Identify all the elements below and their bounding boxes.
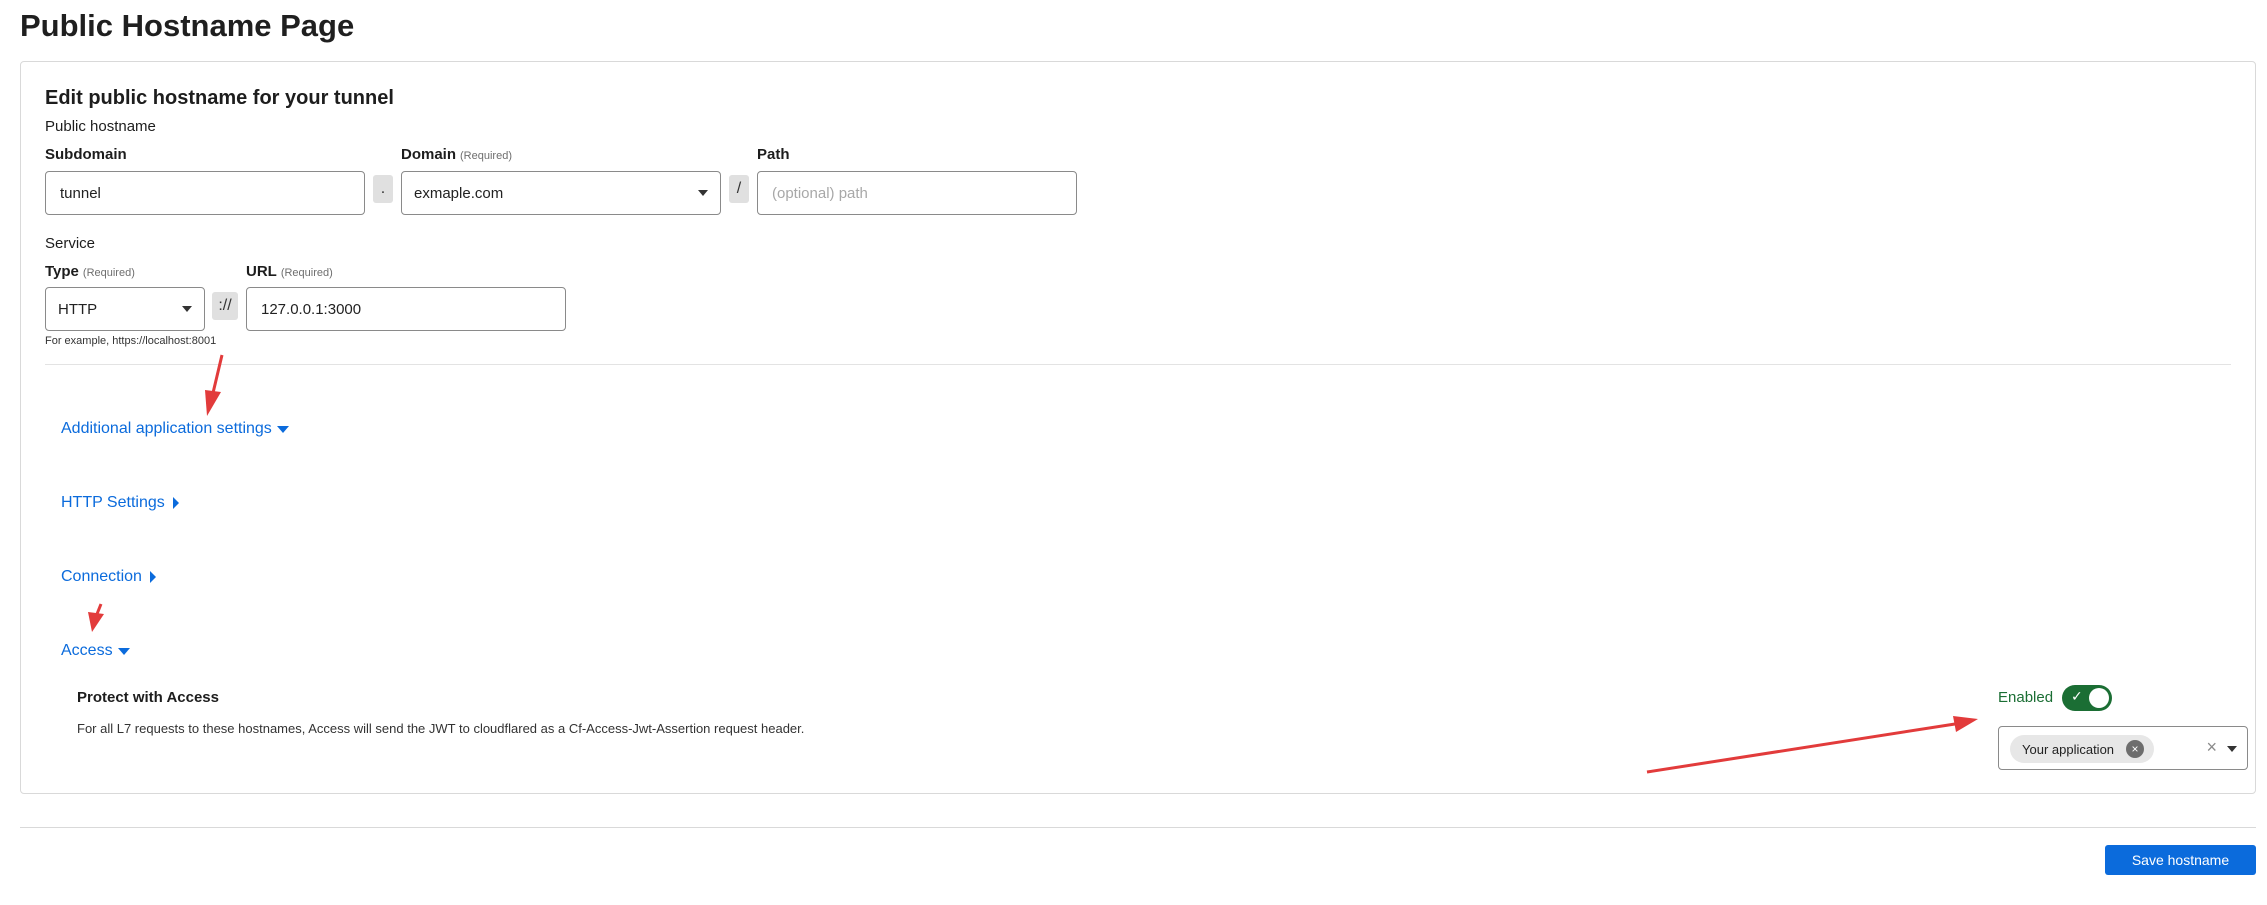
url-hint: For example, https://localhost:8001 — [45, 335, 217, 347]
caret-right-icon — [149, 571, 156, 583]
protect-with-access-title: Protect with Access — [77, 689, 219, 706]
save-hostname-button[interactable]: Save hostname — [2105, 845, 2256, 875]
section-divider — [45, 364, 2231, 365]
path-label: Path — [757, 146, 790, 163]
url-input[interactable] — [259, 299, 553, 319]
page-title: Public Hostname Page — [20, 8, 355, 43]
domain-select[interactable]: exmaple.com — [401, 171, 721, 215]
caret-right-icon — [172, 497, 179, 509]
type-select[interactable]: HTTP — [45, 287, 205, 331]
card-title: Edit public hostname for your tunnel — [45, 87, 394, 109]
toggle-knob — [2089, 688, 2109, 708]
clear-icon[interactable]: × — [2206, 737, 2217, 758]
protect-with-access-description: For all L7 requests to these hostnames, … — [77, 721, 805, 736]
slash-separator: / — [729, 175, 749, 203]
scheme-separator: :// — [212, 292, 238, 320]
connection-toggle[interactable]: Connection — [61, 566, 156, 588]
type-value: HTTP — [58, 300, 98, 318]
caret-down-icon — [276, 425, 289, 433]
chevron-down-icon[interactable] — [2227, 746, 2237, 752]
public-hostname-label: Public hostname — [45, 118, 156, 135]
access-application-select[interactable]: Your application × × — [1998, 726, 2248, 770]
application-chip: Your application × — [2010, 735, 2155, 763]
subdomain-field[interactable] — [45, 171, 365, 215]
dot-separator: . — [373, 175, 393, 203]
url-field[interactable] — [246, 287, 566, 331]
access-enabled-toggle[interactable]: ✓ — [2062, 685, 2112, 711]
type-label: Type (Required) — [45, 263, 135, 280]
caret-down-icon — [117, 647, 130, 655]
remove-chip-icon[interactable]: × — [2126, 740, 2145, 758]
path-input[interactable] — [770, 183, 1064, 203]
service-label: Service — [45, 235, 96, 252]
http-settings-toggle[interactable]: HTTP Settings — [61, 492, 179, 514]
url-label: URL (Required) — [246, 263, 333, 280]
enabled-label: Enabled — [1998, 689, 2054, 706]
domain-label: Domain (Required) — [401, 146, 512, 163]
footer-divider — [20, 827, 2256, 828]
chevron-down-icon — [698, 190, 708, 196]
chevron-down-icon — [182, 306, 192, 312]
domain-value: exmaple.com — [414, 184, 504, 202]
subdomain-input[interactable] — [58, 183, 352, 203]
path-field[interactable] — [757, 171, 1077, 215]
subdomain-label: Subdomain — [45, 146, 127, 163]
access-toggle[interactable]: Access — [61, 640, 130, 662]
additional-settings-toggle[interactable]: Additional application settings — [61, 418, 289, 440]
check-icon: ✓ — [2071, 688, 2083, 704]
